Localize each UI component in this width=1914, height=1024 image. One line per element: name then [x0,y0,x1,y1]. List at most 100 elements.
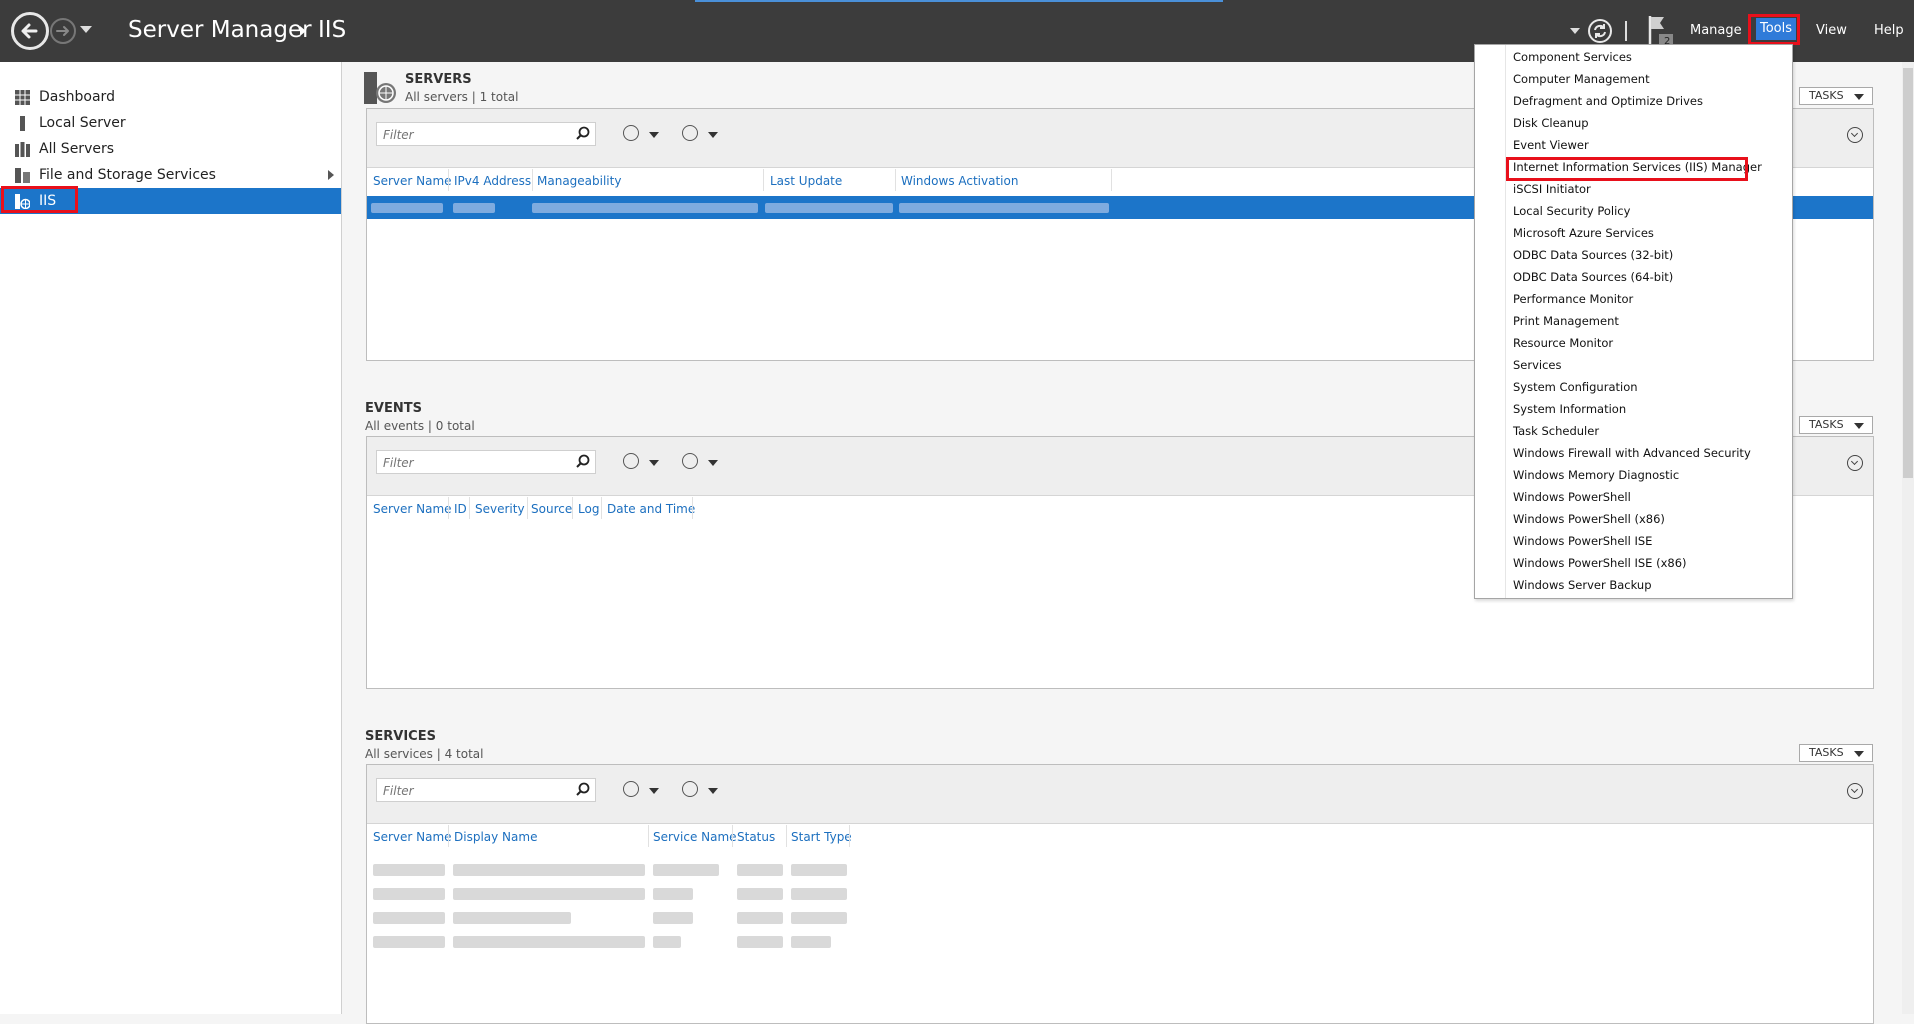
menu-item-azure-services[interactable]: Microsoft Azure Services [1513,224,1654,242]
redacted-cell [791,936,831,948]
sidebar-item-file-storage[interactable]: File and Storage Services [0,162,341,188]
events-collapse-button[interactable] [1847,455,1863,471]
redacted-cell [737,936,783,948]
col-source[interactable]: Source [531,502,572,516]
menu-item-powershell-x86[interactable]: Windows PowerShell (x86) [1513,510,1665,528]
menu-item-defragment[interactable]: Defragment and Optimize Drives [1513,92,1703,110]
column-divider [1111,169,1112,191]
col-ipv4[interactable]: IPv4 Address [454,174,531,188]
services-tasks-button[interactable]: TASKS [1799,744,1873,762]
menu-item-system-information[interactable]: System Information [1513,400,1626,418]
col-status[interactable]: Status [737,830,775,844]
table-row[interactable] [367,883,867,905]
table-row[interactable] [367,859,867,881]
menu-item-computer-management[interactable]: Computer Management [1513,70,1650,88]
services-filter-input[interactable] [381,780,565,802]
menu-item-odbc-32[interactable]: ODBC Data Sources (32-bit) [1513,246,1673,264]
col-server-name[interactable]: Server Name [373,830,452,844]
search-icon[interactable] [575,782,591,798]
server-icon [20,116,25,131]
servers-tasks-button[interactable]: TASKS [1799,87,1873,105]
redacted-cell [453,203,495,213]
column-divider [448,825,449,847]
menu-item-component-services[interactable]: Component Services [1513,48,1632,66]
menu-item-services[interactable]: Services [1513,356,1562,374]
sidebar-item-label: All Servers [39,141,115,157]
redacted-cell [373,936,445,948]
sidebar-item-local-server[interactable]: Local Server [0,110,341,136]
col-server-name[interactable]: Server Name [373,502,452,516]
expand-arrow-icon[interactable] [328,170,334,180]
servers-collapse-button[interactable] [1847,127,1863,143]
col-manageability[interactable]: Manageability [537,174,621,188]
services-collapse-button[interactable] [1847,783,1863,799]
notifications-dropdown-button[interactable] [1570,28,1580,34]
col-last-update[interactable]: Last Update [770,174,842,188]
events-tasks-button[interactable]: TASKS [1799,416,1873,434]
menu-item-event-viewer[interactable]: Event Viewer [1513,136,1589,154]
menu-item-odbc-64[interactable]: ODBC Data Sources (64-bit) [1513,268,1673,286]
col-server-name[interactable]: Server Name [373,174,452,188]
col-start-type[interactable]: Start Type [791,830,852,844]
services-list-view-button[interactable] [623,781,663,801]
servers-save-query-button[interactable] [682,125,722,145]
menu-item-disk-cleanup[interactable]: Disk Cleanup [1513,114,1589,132]
menu-item-iscsi-initiator[interactable]: iSCSI Initiator [1513,180,1591,198]
refresh-icon[interactable] [1587,18,1613,44]
search-icon[interactable] [575,454,591,470]
sidebar-item-all-servers[interactable]: All Servers [0,136,341,162]
flag-icon[interactable]: 2 [1646,14,1674,46]
table-row[interactable] [367,907,867,929]
menu-manage[interactable]: Manage [1686,22,1746,40]
column-divider [469,497,470,519]
menu-item-print-management[interactable]: Print Management [1513,312,1619,330]
save-icon [682,781,698,797]
redacted-cell [373,912,445,924]
menu-item-powershell[interactable]: Windows PowerShell [1513,488,1631,506]
column-divider [527,497,528,519]
servers-list-view-button[interactable] [623,125,663,145]
events-filter-input[interactable] [381,452,565,474]
events-save-query-button[interactable] [682,453,722,473]
col-date-time[interactable]: Date and Time [607,502,695,516]
servers-filter-input[interactable] [381,124,565,146]
menu-item-windows-firewall[interactable]: Windows Firewall with Advanced Security [1513,444,1751,462]
col-display-name[interactable]: Display Name [454,830,537,844]
menu-item-powershell-ise[interactable]: Windows PowerShell ISE [1513,532,1652,550]
col-log[interactable]: Log [578,502,599,516]
col-windows-activation[interactable]: Windows Activation [901,174,1018,188]
column-divider [895,169,896,191]
chevron-down-icon [708,460,718,466]
services-save-query-button[interactable] [682,781,722,801]
titlebar-divider [1625,21,1627,41]
sidebar-item-dashboard[interactable]: Dashboard [0,84,341,110]
table-row[interactable] [367,931,867,953]
menu-view[interactable]: View [1812,22,1851,40]
col-id[interactable]: ID [454,502,467,516]
col-severity[interactable]: Severity [475,502,525,516]
scrollbar-thumb[interactable] [1903,68,1913,478]
tasks-label: TASKS [1809,418,1844,431]
menu-item-server-backup[interactable]: Windows Server Backup [1513,576,1652,594]
events-list-view-button[interactable] [623,453,663,473]
menu-item-local-security-policy[interactable]: Local Security Policy [1513,202,1630,220]
services-filter[interactable] [376,778,596,802]
menu-item-powershell-ise-x86[interactable]: Windows PowerShell ISE (x86) [1513,554,1687,572]
menu-item-resource-monitor[interactable]: Resource Monitor [1513,334,1613,352]
forward-button[interactable] [50,18,76,44]
dashboard-icon [15,90,30,105]
back-button[interactable] [11,12,49,50]
menu-item-memory-diagnostic[interactable]: Windows Memory Diagnostic [1513,466,1679,484]
servers-filter[interactable] [376,122,596,146]
menu-item-task-scheduler[interactable]: Task Scheduler [1513,422,1599,440]
list-icon [623,125,639,141]
menu-item-performance-monitor[interactable]: Performance Monitor [1513,290,1633,308]
menu-help[interactable]: Help [1870,22,1908,40]
breadcrumb-separator-icon [300,26,306,36]
menu-item-system-configuration[interactable]: System Configuration [1513,378,1638,396]
events-filter[interactable] [376,450,596,474]
col-service-name[interactable]: Service Name [653,830,737,844]
search-icon[interactable] [575,126,591,142]
chevron-down-icon [649,788,659,794]
history-dropdown-button[interactable] [80,26,92,33]
